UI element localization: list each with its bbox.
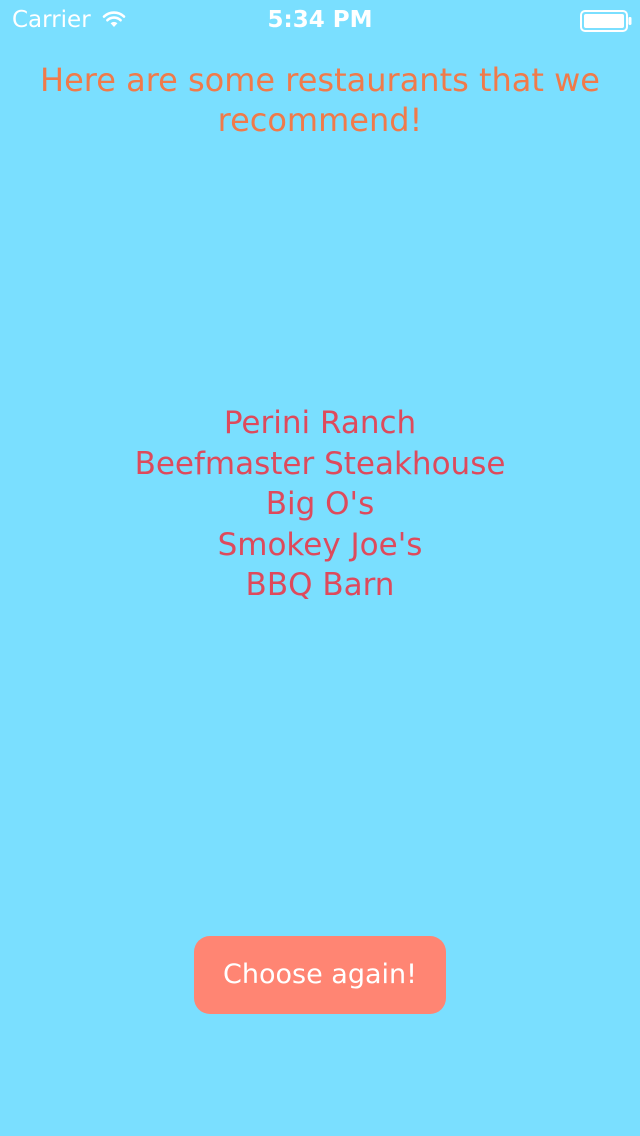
app-screen: Carrier 5:34 PM Here are some restaurant… — [0, 0, 640, 1136]
restaurant-list: Perini Ranch Beefmaster Steakhouse Big O… — [40, 403, 600, 606]
battery-icon — [580, 10, 632, 32]
restaurant-item: Beefmaster Steakhouse — [134, 445, 506, 482]
restaurant-item: Perini Ranch — [223, 405, 417, 441]
restaurant-item: Big O's — [265, 486, 375, 522]
status-bar: Carrier 5:34 PM — [0, 0, 640, 40]
choose-again-button[interactable]: Choose again! — [194, 936, 446, 1014]
restaurant-item: Smokey Joe's — [217, 526, 423, 563]
restaurant-item: BBQ Barn — [245, 567, 395, 603]
recommendation-heading: Here are some restaurants that we recomm… — [40, 61, 600, 139]
status-time: 5:34 PM — [267, 7, 373, 33]
